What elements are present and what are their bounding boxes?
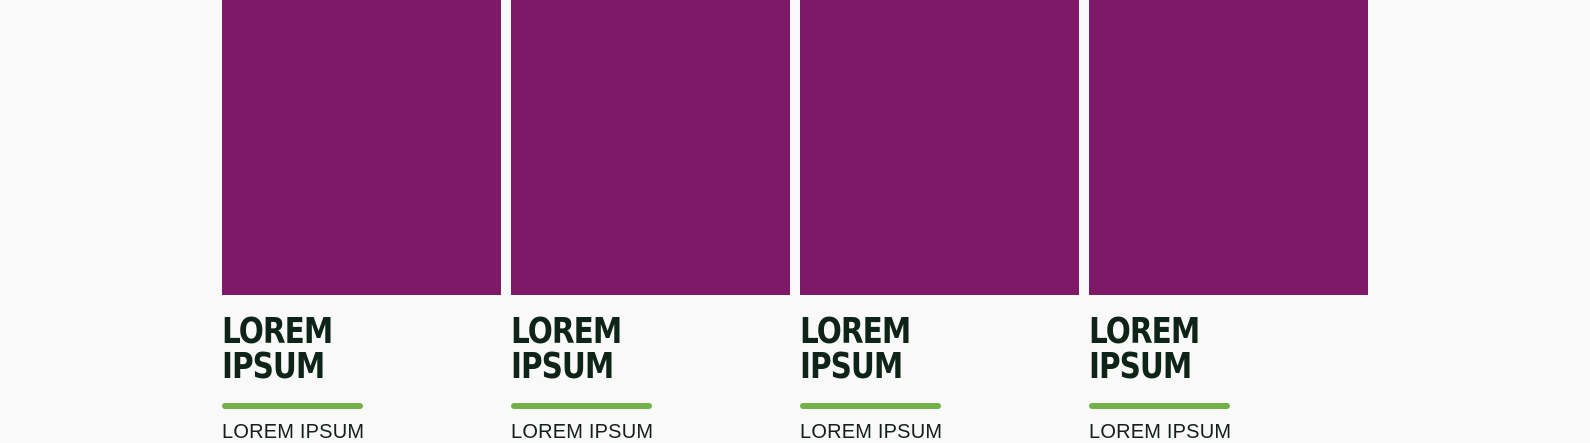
card-thumbnail[interactable]: [1089, 0, 1368, 295]
card-thumbnail[interactable]: [222, 0, 501, 295]
card-title-line-1: LOREM: [800, 311, 911, 352]
card-3[interactable]: LOREM IPSUM LOREM IPSUM: [800, 0, 1079, 443]
card-title[interactable]: LOREM IPSUM: [800, 311, 911, 387]
card-4[interactable]: LOREM IPSUM LOREM IPSUM: [1089, 0, 1368, 443]
card-grid: LOREM IPSUM LOREM IPSUM LOREM IPSUM LORE…: [222, 0, 1368, 443]
card-title-line-1: LOREM: [222, 311, 333, 352]
card-thumbnail[interactable]: [800, 0, 1079, 295]
card-title-line-1: LOREM: [511, 311, 622, 352]
card-title-line-1: LOREM: [1089, 311, 1200, 352]
card-title-underline: [222, 403, 363, 409]
card-subtitle[interactable]: LOREM IPSUM: [222, 421, 501, 443]
card-title-underline: [800, 403, 941, 409]
card-title-underline: [1089, 403, 1230, 409]
card-subtitle[interactable]: LOREM IPSUM: [511, 421, 790, 443]
card-title-line-2: IPSUM: [511, 346, 614, 387]
card-2[interactable]: LOREM IPSUM LOREM IPSUM: [511, 0, 790, 443]
card-title-line-2: IPSUM: [1089, 346, 1192, 387]
card-title[interactable]: LOREM IPSUM: [222, 311, 333, 387]
card-1[interactable]: LOREM IPSUM LOREM IPSUM: [222, 0, 501, 443]
card-title-line-2: IPSUM: [222, 346, 325, 387]
card-subtitle[interactable]: LOREM IPSUM: [1089, 421, 1368, 443]
card-title-underline: [511, 403, 652, 409]
card-title[interactable]: LOREM IPSUM: [511, 311, 622, 387]
card-subtitle[interactable]: LOREM IPSUM: [800, 421, 1079, 443]
card-title[interactable]: LOREM IPSUM: [1089, 311, 1200, 387]
card-thumbnail[interactable]: [511, 0, 790, 295]
card-title-line-2: IPSUM: [800, 346, 903, 387]
